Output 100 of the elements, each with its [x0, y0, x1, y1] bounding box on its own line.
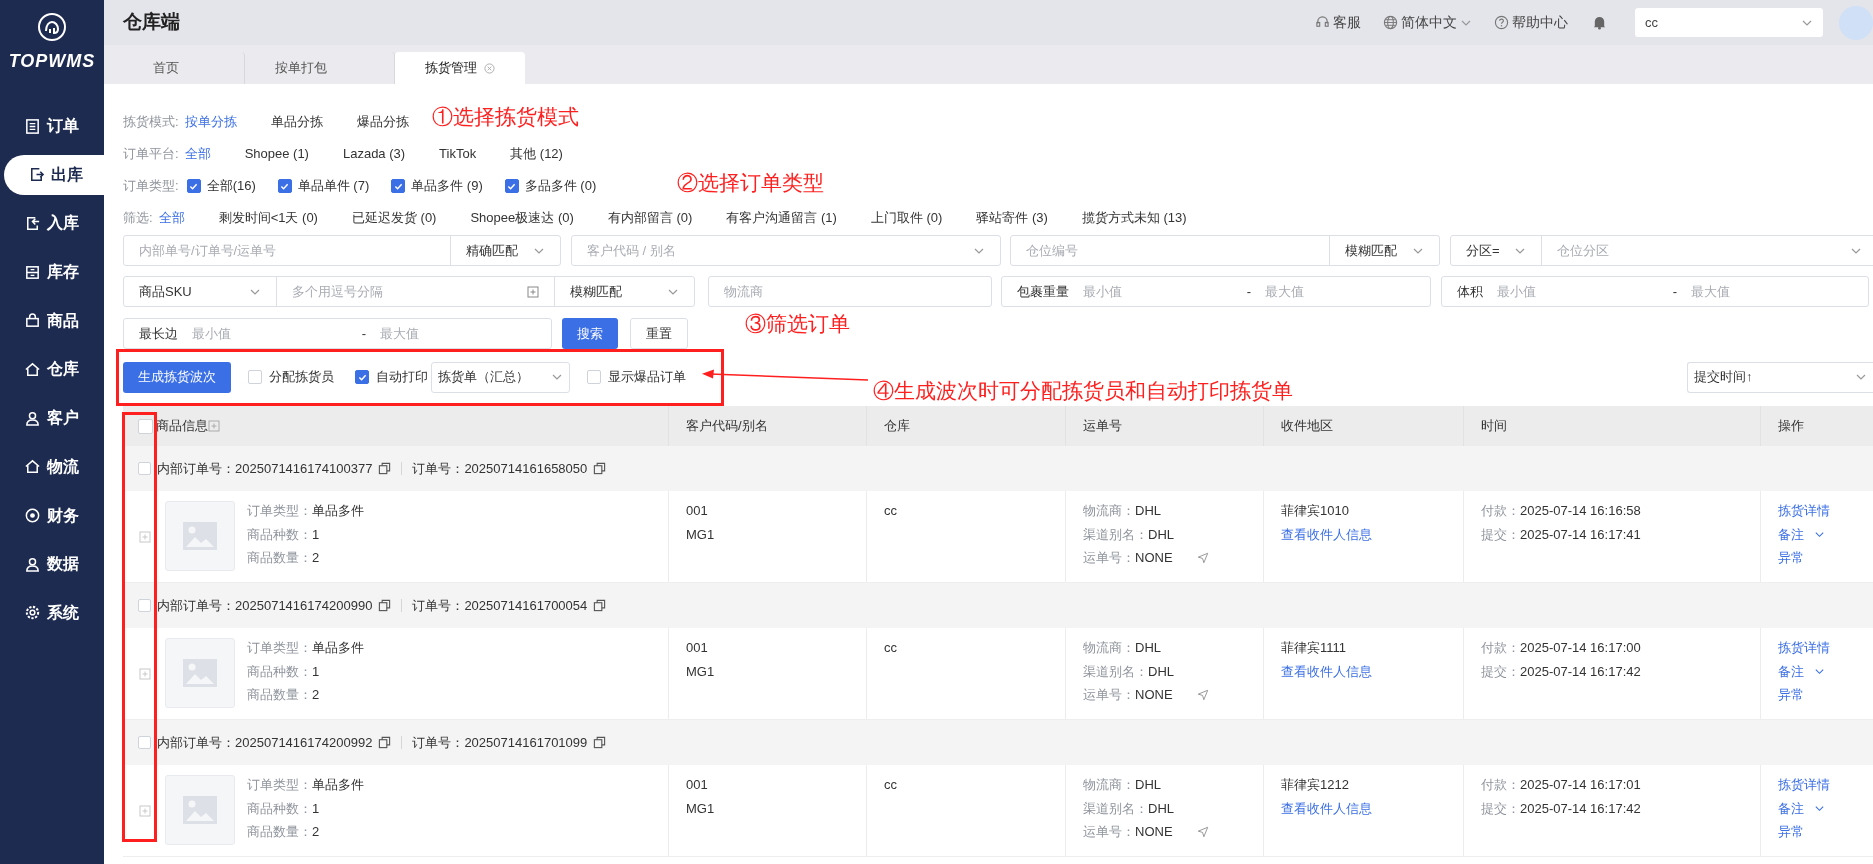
close-icon[interactable]	[484, 62, 495, 74]
checkbox[interactable]	[186, 179, 201, 193]
filter-label: 订单类型:	[123, 177, 179, 196]
tab[interactable]: 拣货管理	[395, 52, 525, 84]
field-value: NONE	[1135, 686, 1173, 704]
filter-option[interactable]: 剩发时间<1天 (0)	[218, 208, 318, 228]
sidebar-item[interactable]: 商品	[0, 300, 104, 341]
filter-option[interactable]: 有内部留言 (0)	[607, 208, 693, 228]
field-value: DHL	[1135, 776, 1161, 794]
select-field[interactable]: 拣货单（汇总）	[431, 361, 570, 393]
checkbox[interactable]	[355, 370, 369, 384]
field-label: 订单号：	[412, 596, 465, 615]
plus-square-icon[interactable]	[139, 668, 151, 680]
service-link[interactable]: 客服	[1315, 12, 1361, 33]
plus-square-icon[interactable]	[139, 531, 151, 543]
field-label: 渠道别名：	[1083, 525, 1148, 544]
filter-option[interactable]: 已延迟发货 (0)	[351, 208, 437, 228]
field-label: 物流商：	[1083, 639, 1135, 657]
annotation-text: ③筛选订单	[745, 313, 850, 334]
column-header: 操作	[1778, 417, 1804, 436]
user-select[interactable]: cc	[1635, 8, 1823, 37]
field-label: 渠道别名：	[1083, 662, 1148, 681]
field-value: 单品多件	[312, 639, 364, 657]
generate-wave-button[interactable]: 生成拣货波次	[123, 361, 231, 393]
filter-option[interactable]: 其他 (12)	[510, 144, 563, 164]
user-icon	[24, 555, 41, 573]
range-field[interactable]: 最长边 最小值 - 最大值	[124, 319, 551, 348]
send-icon[interactable]	[1196, 825, 1209, 838]
plus-square-icon[interactable]	[208, 420, 220, 432]
copy-icon[interactable]	[378, 462, 392, 475]
field-value: 2025-07-14 16:17:00	[1520, 639, 1641, 657]
sort-select[interactable]: 提交时间↑	[1687, 361, 1873, 393]
field-label: 商品种数：	[247, 525, 312, 544]
filter-option[interactable]: 爆品分拣	[356, 112, 409, 132]
filter-option[interactable]: 揽货方式未知 (13)	[1081, 208, 1187, 228]
cabinet-icon	[24, 263, 41, 281]
language-select[interactable]: 简体中文	[1383, 12, 1472, 33]
filter-option[interactable]: TikTok	[439, 144, 477, 164]
plus-square-icon[interactable]	[139, 805, 151, 817]
list-icon	[24, 117, 41, 135]
sidebar-item[interactable]: 出库	[4, 154, 104, 195]
filter-option[interactable]: Shopee极速达 (0)	[470, 208, 574, 228]
range-field[interactable]: 体积 最小值 - 最大值	[1442, 277, 1868, 306]
filter-option[interactable]: 上门取件 (0)	[870, 208, 943, 228]
checkbox-label: 自动打印	[376, 368, 428, 387]
filter-option[interactable]: 有客户沟通留言 (1)	[726, 208, 837, 228]
field-value: 单品多件	[312, 502, 364, 520]
annotation-text: ④生成波次时可分配拣货员和自动打印拣货单	[873, 380, 1293, 401]
filter-option[interactable]: Shopee (1)	[244, 144, 309, 164]
action-link[interactable]: 拣货详情	[1778, 501, 1830, 521]
reset-button[interactable]: 重置	[630, 318, 688, 349]
help-link[interactable]: 帮助中心	[1494, 12, 1568, 33]
sidebar-item[interactable]: 数据	[0, 544, 104, 585]
action-link[interactable]: 备注	[1778, 661, 1825, 681]
sidebar-item[interactable]: 客户	[0, 398, 104, 439]
recipient-info-link[interactable]: 查看收件人信息	[1281, 524, 1372, 544]
sidebar-item[interactable]: 库存	[0, 252, 104, 293]
region-text: 菲律宾1010	[1281, 502, 1350, 520]
field-label: 提交：	[1481, 799, 1520, 818]
field-label: 商品种数：	[247, 662, 312, 681]
search-button[interactable]: 搜索	[562, 318, 618, 349]
action-link[interactable]: 拣货详情	[1778, 775, 1830, 795]
copy-icon[interactable]	[378, 736, 392, 749]
checkbox[interactable]	[504, 179, 519, 193]
sidebar-item[interactable]: 系统	[0, 592, 104, 633]
sidebar-item[interactable]: 入库	[0, 203, 104, 244]
filter-option[interactable]: 全部	[184, 144, 211, 164]
filter-option[interactable]: 按单分拣	[184, 112, 237, 132]
sidebar-item[interactable]: 订单	[0, 106, 104, 146]
filter-option[interactable]: 驿站寄件 (3)	[976, 208, 1048, 228]
copy-icon[interactable]	[593, 599, 607, 612]
field-label: 付款：	[1481, 776, 1520, 794]
recipient-info-link[interactable]: 查看收件人信息	[1281, 798, 1372, 818]
action-link[interactable]: 拣货详情	[1778, 638, 1830, 658]
copy-icon[interactable]	[593, 736, 607, 749]
field-value: DHL	[1148, 525, 1174, 544]
copy-icon[interactable]	[378, 599, 392, 612]
check-icon	[280, 181, 290, 191]
action-link[interactable]: 异常	[1778, 685, 1804, 705]
action-link[interactable]: 异常	[1778, 822, 1804, 842]
recipient-info-link[interactable]: 查看收件人信息	[1281, 661, 1372, 681]
bell-icon[interactable]	[1592, 15, 1607, 30]
check-icon	[507, 181, 517, 191]
sidebar-item[interactable]: 仓库	[0, 349, 104, 390]
send-icon[interactable]	[1196, 551, 1209, 564]
sidebar-item[interactable]: 财务	[0, 495, 104, 536]
checkbox-label: 单品多件 (9)	[411, 177, 483, 196]
action-link[interactable]: 备注	[1778, 524, 1825, 544]
copy-icon[interactable]	[593, 462, 607, 475]
action-link[interactable]: 备注	[1778, 798, 1825, 818]
send-icon[interactable]	[1196, 688, 1209, 701]
filter-option[interactable]: Lazada (3)	[342, 144, 406, 164]
range-field[interactable]: 包裹重量 最小值 - 最大值	[1002, 277, 1430, 306]
filter-option[interactable]: 全部	[158, 208, 185, 228]
filter-option[interactable]: 单品分拣	[270, 112, 323, 132]
sidebar-item[interactable]: 物流	[0, 446, 104, 487]
checkbox[interactable]	[391, 179, 406, 193]
field-value: 2025-07-14 16:17:42	[1520, 799, 1641, 818]
action-link[interactable]: 异常	[1778, 548, 1804, 568]
checkbox[interactable]	[277, 179, 292, 193]
